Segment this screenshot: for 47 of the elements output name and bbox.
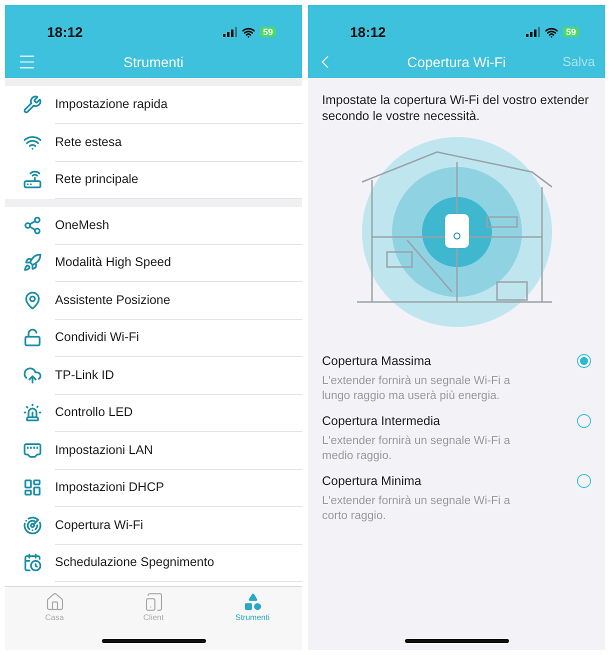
menu-item[interactable]: TP-Link ID xyxy=(55,356,302,394)
shapes-icon xyxy=(242,592,262,612)
grid-icon xyxy=(23,478,42,498)
menu-item[interactable]: Impostazioni DHCP xyxy=(55,468,302,507)
nodes-icon xyxy=(23,216,42,235)
option-title: Copertura Massima xyxy=(322,354,432,368)
house-icon xyxy=(44,592,64,612)
battery-level: 59 xyxy=(562,27,579,37)
option-description: L'extender fornirà un segnale Wi-Fi a medio raggio. xyxy=(322,434,512,464)
menu-item[interactable]: Impostazione rapida xyxy=(55,86,302,124)
menu-item[interactable]: OneMesh xyxy=(55,206,302,244)
radar-icon xyxy=(23,516,42,535)
status-time: 18:12 xyxy=(47,24,83,40)
menu-item[interactable]: Controllo LED xyxy=(55,394,302,432)
option-description: L'extender fornirà un segnale Wi-Fi a corto raggio. xyxy=(322,494,512,524)
menu-item[interactable]: Impostazioni LAN xyxy=(55,431,302,470)
option-title: Copertura Intermedia xyxy=(322,414,442,428)
wrench-icon xyxy=(23,95,42,114)
menu-item[interactable]: Assistente Posizione xyxy=(55,281,302,320)
unlocked-padlock-icon xyxy=(23,328,42,348)
screen-title: Strumenti xyxy=(122,54,184,70)
calendar-icon xyxy=(23,553,42,572)
rocket-icon xyxy=(23,253,42,272)
wifi-icon xyxy=(242,26,255,38)
radio-button[interactable] xyxy=(577,414,591,428)
radio-button[interactable] xyxy=(577,354,591,368)
pin-icon xyxy=(23,290,42,310)
wifi-icon xyxy=(544,26,558,38)
siren-icon xyxy=(23,403,42,422)
screen-title: Copertura Wi-Fi xyxy=(406,54,507,70)
menu-item[interactable]: Modalità High Speed xyxy=(55,244,302,282)
intro-text: Impostate la copertura Wi-Fi del vostro extender secondo le vostre necessità. xyxy=(322,92,590,124)
router-icon xyxy=(23,170,42,190)
menu-item[interactable]: Condividi Wi-Fi xyxy=(55,318,302,357)
devices-icon xyxy=(144,592,164,612)
menu-item[interactable]: Copertura Wi-Fi xyxy=(55,506,302,544)
battery-level: 59 xyxy=(260,27,276,37)
cloud-upload-icon xyxy=(23,366,42,385)
menu-item[interactable]: Rete estesa xyxy=(55,123,302,162)
option-description: L'extender fornirà un segnale Wi-Fi a lungo raggio ma userà più energia. xyxy=(322,374,512,404)
radio-button[interactable] xyxy=(577,474,591,488)
status-time: 18:12 xyxy=(350,24,386,40)
ethernet-port-icon xyxy=(23,440,42,460)
option-title: Copertura Minima xyxy=(322,474,422,488)
signal-icon xyxy=(222,27,237,37)
signal-icon xyxy=(526,27,540,37)
menu-item[interactable]: Schedulazione Spegnimento xyxy=(55,544,302,582)
